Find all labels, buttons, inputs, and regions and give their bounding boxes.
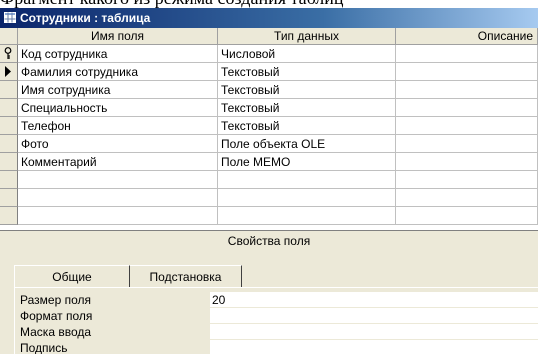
- description-cell[interactable]: [396, 63, 538, 81]
- property-row: Подпись: [20, 340, 538, 354]
- field-name-cell[interactable]: Фото: [18, 135, 218, 153]
- description-cell[interactable]: [396, 153, 538, 171]
- data-type-cell[interactable]: Текстовый: [218, 63, 396, 81]
- row-selector[interactable]: [0, 45, 18, 63]
- field-size-input[interactable]: 20: [210, 292, 538, 308]
- description-cell[interactable]: [396, 81, 538, 99]
- table-row: Фамилия сотрудника Текстовый: [0, 63, 538, 81]
- table-row: Специальность Текстовый: [0, 99, 538, 117]
- data-type-cell[interactable]: [218, 207, 396, 225]
- table-row: Имя сотрудника Текстовый: [0, 81, 538, 99]
- data-type-cell[interactable]: Текстовый: [218, 99, 396, 117]
- row-selector[interactable]: [0, 135, 18, 153]
- description-cell[interactable]: [396, 99, 538, 117]
- table-design-window: Сотрудники : таблица Имя поля Тип данных…: [0, 8, 538, 354]
- page-caption: Фрагмент какого из режима создания табли…: [0, 0, 538, 8]
- data-type-cell[interactable]: Текстовый: [218, 81, 396, 99]
- description-cell[interactable]: [396, 117, 538, 135]
- data-type-cell[interactable]: [218, 171, 396, 189]
- table-row: [0, 189, 538, 207]
- row-selector[interactable]: [0, 171, 18, 189]
- tab-lookup[interactable]: Подстановка: [130, 265, 242, 287]
- table-row: [0, 171, 538, 189]
- field-name-cell[interactable]: Фамилия сотрудника: [18, 63, 218, 81]
- data-type-cell[interactable]: Поле MEMO: [218, 153, 396, 171]
- table-row: Телефон Текстовый: [0, 117, 538, 135]
- field-name-cell[interactable]: Имя сотрудника: [18, 81, 218, 99]
- field-name-cell[interactable]: [18, 189, 218, 207]
- row-selector-header: [0, 28, 18, 45]
- field-design-grid: Имя поля Тип данных Описание Код сотрудн…: [0, 28, 538, 230]
- row-selector[interactable]: [0, 207, 18, 225]
- field-name-cell[interactable]: [18, 207, 218, 225]
- property-row: Размер поля 20: [20, 292, 538, 308]
- data-type-cell[interactable]: Текстовый: [218, 117, 396, 135]
- row-selector[interactable]: [0, 99, 18, 117]
- row-selector[interactable]: [0, 153, 18, 171]
- row-selector[interactable]: [0, 81, 18, 99]
- field-name-cell[interactable]: Комментарий: [18, 153, 218, 171]
- table-row: Код сотрудника Числовой: [0, 45, 538, 63]
- property-row: Маска ввода: [20, 324, 538, 340]
- field-format-input[interactable]: [210, 308, 538, 324]
- caption-input[interactable]: [210, 340, 538, 354]
- description-cell[interactable]: [396, 207, 538, 225]
- column-header-field-name[interactable]: Имя поля: [18, 28, 218, 45]
- field-name-cell[interactable]: Телефон: [18, 117, 218, 135]
- description-cell[interactable]: [396, 45, 538, 63]
- description-cell[interactable]: [396, 135, 538, 153]
- key-icon: [4, 47, 12, 59]
- property-label: Формат поля: [20, 309, 93, 323]
- data-type-cell[interactable]: Числовой: [218, 45, 396, 63]
- current-row-arrow-icon: [5, 66, 11, 77]
- description-cell[interactable]: [396, 189, 538, 207]
- field-name-cell[interactable]: Специальность: [18, 99, 218, 117]
- description-cell[interactable]: [396, 171, 538, 189]
- table-row: Фото Поле объекта OLE: [0, 135, 538, 153]
- table-row: [0, 207, 538, 225]
- property-label: Размер поля: [20, 293, 91, 307]
- column-header-description[interactable]: Описание: [396, 28, 538, 45]
- data-type-cell[interactable]: [218, 189, 396, 207]
- window-titlebar[interactable]: Сотрудники : таблица: [0, 8, 538, 28]
- property-label: Маска ввода: [20, 325, 92, 339]
- input-mask-input[interactable]: [210, 324, 538, 340]
- row-selector[interactable]: [0, 63, 18, 81]
- field-properties-panel: Общие Подстановка Размер поля 20 Формат …: [0, 251, 538, 354]
- field-properties-header: Свойства поля: [0, 230, 538, 252]
- table-icon: [4, 12, 16, 23]
- field-name-cell[interactable]: Код сотрудника: [18, 45, 218, 63]
- field-name-cell[interactable]: [18, 171, 218, 189]
- property-label: Подпись: [20, 341, 68, 354]
- column-header-data-type[interactable]: Тип данных: [218, 28, 396, 45]
- property-row: Формат поля: [20, 308, 538, 324]
- row-selector[interactable]: [0, 117, 18, 135]
- data-type-cell[interactable]: Поле объекта OLE: [218, 135, 396, 153]
- table-row: Комментарий Поле MEMO: [0, 153, 538, 171]
- window-title: Сотрудники : таблица: [20, 11, 151, 25]
- row-selector[interactable]: [0, 189, 18, 207]
- tab-general[interactable]: Общие: [14, 265, 130, 287]
